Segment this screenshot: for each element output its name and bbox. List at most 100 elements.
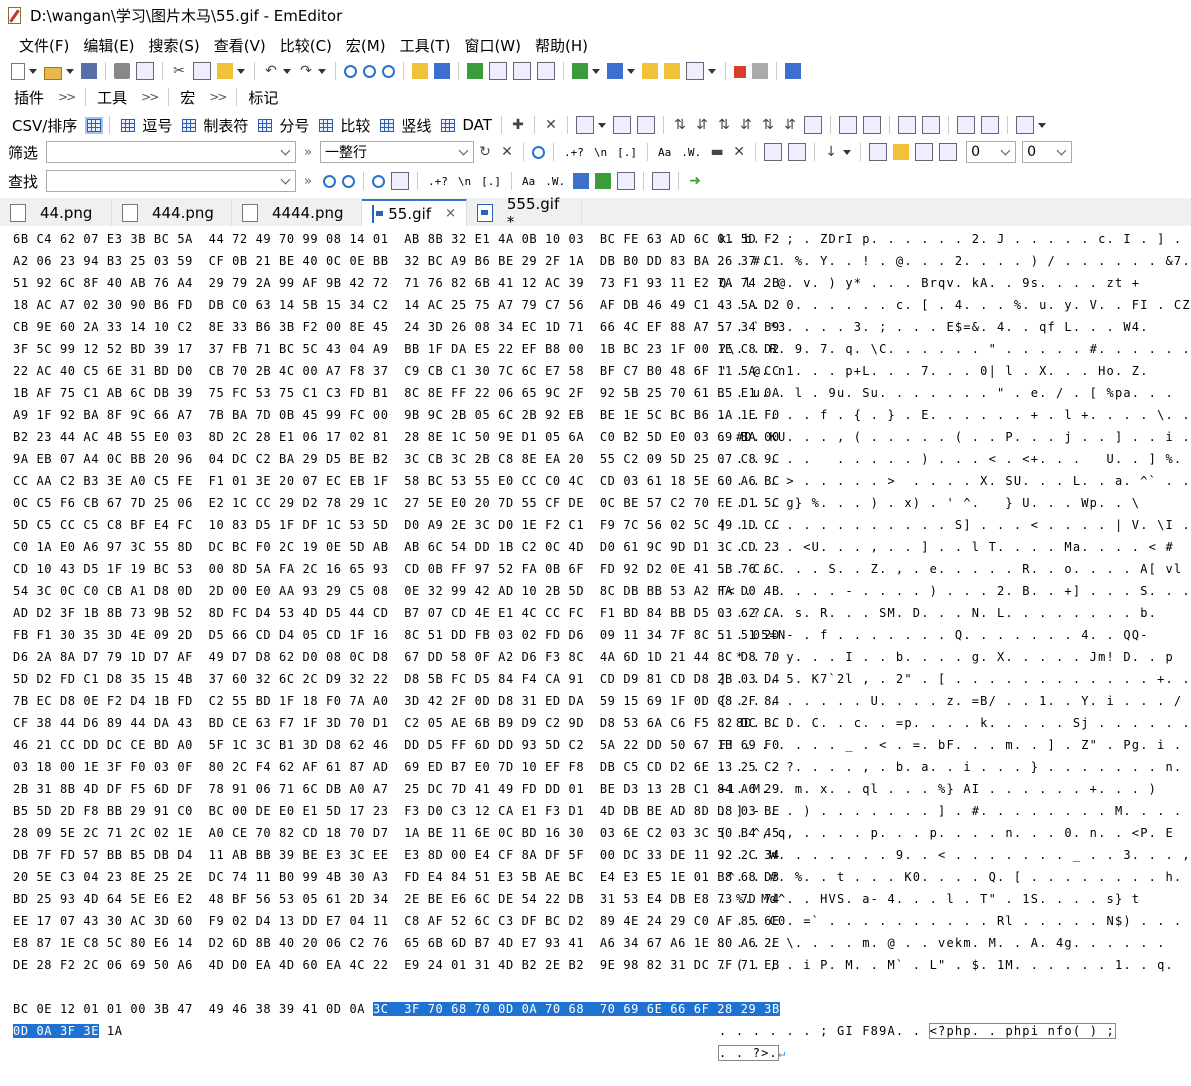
chevron-right-icon[interactable]: >> xyxy=(209,90,227,104)
csv-compare-button[interactable]: 比较 xyxy=(340,115,370,136)
highlight-icon[interactable] xyxy=(595,173,612,189)
sync-scroll-icon[interactable] xyxy=(921,116,940,134)
new-file-icon[interactable] xyxy=(11,62,25,80)
spell-check-icon[interactable] xyxy=(838,116,857,134)
csv-semicolon-button[interactable]: 分号 xyxy=(279,115,309,136)
csv-sort-label[interactable]: CSV/排序 xyxy=(12,115,77,136)
tools-icon[interactable]: ✕ xyxy=(543,117,559,133)
find-all-icon[interactable] xyxy=(371,174,385,188)
clear-format-icon[interactable]: ✕ xyxy=(731,144,747,160)
chevron-down-icon[interactable] xyxy=(458,145,469,156)
escape-icon[interactable]: \n xyxy=(594,146,607,159)
copy-icon[interactable] xyxy=(193,62,211,80)
arrow-down-icon[interactable]: ↓ xyxy=(823,144,839,160)
toolbar-options-icon[interactable] xyxy=(1015,116,1034,134)
pin-icon[interactable] xyxy=(915,143,934,161)
whole-word-icon[interactable]: .W. xyxy=(681,146,701,159)
chevron-down-icon[interactable] xyxy=(237,68,245,74)
tab-55-gif[interactable]: 55.gif × xyxy=(362,199,467,226)
paste-icon[interactable] xyxy=(217,63,233,79)
match-case-icon[interactable]: Aa xyxy=(522,175,535,188)
menu-edit[interactable]: 编辑(E) xyxy=(76,35,141,56)
config-icon[interactable] xyxy=(607,63,623,79)
highlight-search-icon[interactable] xyxy=(412,63,428,79)
find-list-icon[interactable] xyxy=(617,172,636,190)
lock-icon[interactable] xyxy=(893,144,910,160)
escape-icon[interactable]: \n xyxy=(458,175,471,188)
filter-page-icon[interactable] xyxy=(788,143,807,161)
find-input[interactable] xyxy=(46,170,296,192)
find-icon[interactable] xyxy=(344,64,357,78)
filter-column-a-select[interactable]: 0 xyxy=(966,141,1017,163)
chevron-right-icon[interactable]: >> xyxy=(141,90,159,104)
options-icon[interactable] xyxy=(939,143,958,161)
find-prev-icon[interactable] xyxy=(322,174,336,188)
chevron-down-icon[interactable] xyxy=(597,122,606,128)
regex-icon[interactable]: .+? xyxy=(428,175,448,188)
chevron-right-icon[interactable]: >> xyxy=(58,90,76,104)
tab-view-icon[interactable] xyxy=(537,62,555,80)
close-icon[interactable]: × xyxy=(445,206,456,221)
sort-num-icon[interactable]: ⇅ xyxy=(716,117,732,133)
wrap-icon[interactable] xyxy=(489,62,507,80)
word-icon[interactable] xyxy=(862,116,881,134)
chevron-down-icon[interactable] xyxy=(592,68,600,74)
filter-scope-select[interactable]: 一整行 xyxy=(319,141,474,163)
bracket-icon[interactable]: [.] xyxy=(617,146,637,159)
refresh-icon[interactable]: ↻ xyxy=(477,144,493,160)
menu-compare[interactable]: 比较(C) xyxy=(273,35,339,56)
filter-icon[interactable] xyxy=(434,63,450,79)
match-case-icon[interactable]: Aa xyxy=(658,146,671,159)
chevron-right-icon[interactable]: » xyxy=(304,145,312,160)
fullscreen-icon[interactable] xyxy=(513,62,531,80)
toolbar-group-markers[interactable]: 标记 xyxy=(242,86,284,108)
print-icon[interactable] xyxy=(114,63,130,79)
csv-pipe-button[interactable]: 竖线 xyxy=(401,115,431,136)
csv-comma-button[interactable]: 逗号 xyxy=(142,115,172,136)
columns-icon[interactable] xyxy=(575,116,594,134)
filter-doc-icon[interactable] xyxy=(764,143,783,161)
clear-icon[interactable]: ✕ xyxy=(499,144,515,160)
plugin-icon[interactable] xyxy=(785,63,801,79)
whole-word-icon[interactable]: .W. xyxy=(545,175,565,188)
chevron-down-icon[interactable] xyxy=(1000,145,1011,156)
column-select-icon[interactable] xyxy=(612,116,631,134)
chevron-down-icon[interactable] xyxy=(280,174,291,185)
toolbar-group-plugins[interactable]: 插件 >> xyxy=(8,86,80,108)
column-copy-icon[interactable] xyxy=(636,116,655,134)
tab-4444-png[interactable]: 4444.png xyxy=(232,199,362,226)
menu-tools[interactable]: 工具(T) xyxy=(393,35,458,56)
bracket-icon[interactable]: [.] xyxy=(481,175,501,188)
checklist-icon[interactable] xyxy=(686,62,704,80)
sort-desc-icon[interactable]: ⇵ xyxy=(694,117,710,133)
print-preview-icon[interactable] xyxy=(136,62,154,80)
chevron-down-icon[interactable] xyxy=(283,68,291,74)
bookmark-list-icon[interactable] xyxy=(956,116,975,134)
chevron-down-icon[interactable] xyxy=(1037,122,1046,128)
find-window-icon[interactable] xyxy=(652,172,671,190)
hex-editor-area[interactable]: 6B C4 62 07 E3 3B BC 5A 44 72 49 70 99 0… xyxy=(0,228,1191,1061)
filter-column-b-select[interactable]: 0 xyxy=(1022,141,1073,163)
csv-grid-icon[interactable] xyxy=(85,116,104,134)
redo-icon[interactable]: ↷ xyxy=(298,63,314,79)
csv-tab-button[interactable]: 制表符 xyxy=(203,115,248,136)
menu-macros[interactable]: 宏(M) xyxy=(339,35,393,56)
bookmark-icon[interactable]: ▬ xyxy=(709,144,725,160)
chevron-down-icon[interactable] xyxy=(627,68,635,74)
find-next-icon[interactable] xyxy=(363,64,376,78)
menu-view[interactable]: 查看(V) xyxy=(207,35,273,56)
chevron-right-icon[interactable]: » xyxy=(304,174,312,189)
compare-icon[interactable] xyxy=(897,116,916,134)
menu-help[interactable]: 帮助(H) xyxy=(528,35,595,56)
chevron-down-icon[interactable] xyxy=(29,68,37,74)
chevron-down-icon[interactable] xyxy=(318,68,326,74)
tab-44-png[interactable]: 44.png xyxy=(0,199,112,226)
split-window-icon[interactable] xyxy=(467,63,483,79)
sort-length-icon[interactable]: ⇅ xyxy=(760,117,776,133)
find-previous-icon[interactable] xyxy=(382,64,395,78)
customize-icon[interactable] xyxy=(642,63,658,79)
filter-search-icon[interactable] xyxy=(531,145,545,159)
chevron-down-icon[interactable] xyxy=(66,68,74,74)
regex-icon[interactable]: .+? xyxy=(564,146,584,159)
menu-window[interactable]: 窗口(W) xyxy=(457,35,528,56)
